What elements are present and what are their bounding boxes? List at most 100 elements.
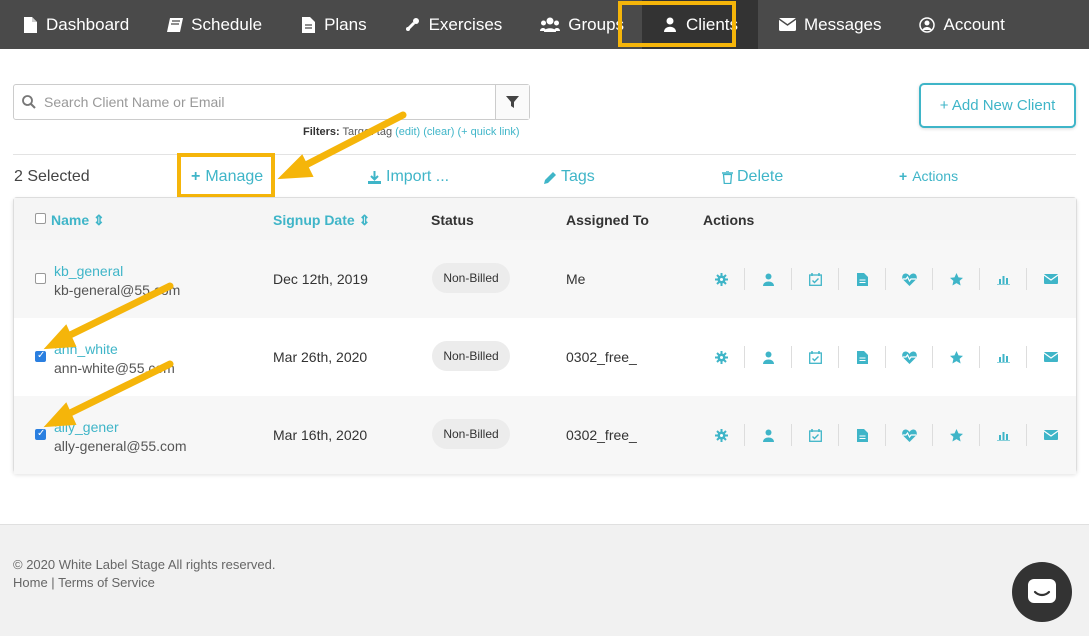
sort-icon: ⇕: [358, 212, 371, 228]
filters-clear-link[interactable]: (clear): [423, 126, 454, 138]
nav-account-label: Account: [943, 14, 1005, 34]
row-action-star-button[interactable]: [933, 268, 980, 290]
bar-chart-icon: [996, 352, 1010, 363]
row-action-heartbeat-button[interactable]: [886, 346, 933, 368]
pencil-icon: [544, 171, 556, 184]
row-action-user-button[interactable]: [745, 346, 792, 368]
row-action-bar-chart-button[interactable]: [980, 346, 1027, 368]
file-icon: [856, 272, 868, 286]
name-header-label: Name: [51, 212, 90, 228]
nav-schedule-label: Schedule: [191, 14, 263, 34]
row-action-calendar-check-button[interactable]: [792, 424, 839, 446]
row-action-star-button[interactable]: [933, 346, 980, 368]
nav-groups[interactable]: Groups: [540, 0, 624, 49]
footer: © 2020 White Label Stage All rights rese…: [0, 524, 1089, 636]
delete-button[interactable]: Delete: [722, 168, 783, 186]
nav-account[interactable]: Account: [919, 0, 1005, 49]
nav-messages[interactable]: Messages: [778, 0, 881, 49]
calendar-check-icon: [808, 272, 822, 286]
status-badge: Non-Billed: [432, 419, 510, 449]
search-input[interactable]: [44, 85, 495, 119]
row-action-heartbeat-button[interactable]: [886, 424, 933, 446]
row-action-gear-button[interactable]: [698, 268, 745, 290]
delete-label: Delete: [737, 168, 784, 185]
row-action-envelope-button[interactable]: [1027, 424, 1074, 446]
terms-link[interactable]: Terms of Service: [58, 575, 155, 590]
nav-plans[interactable]: Plans: [300, 0, 367, 49]
gear-icon: [714, 350, 728, 364]
row-action-calendar-check-button[interactable]: [792, 346, 839, 368]
filters-edit-link[interactable]: (edit): [395, 126, 420, 138]
signup-date: Mar 16th, 2020: [273, 427, 368, 443]
nav-exercises-label: Exercises: [428, 14, 503, 34]
row-action-file-button[interactable]: [839, 424, 886, 446]
client-username[interactable]: ann_white: [54, 341, 118, 357]
nav-exercises[interactable]: Exercises: [405, 0, 503, 49]
download-icon: [368, 170, 381, 184]
trash-icon: [722, 170, 733, 184]
quick-link[interactable]: (+ quick link): [458, 126, 520, 138]
row-checkbox[interactable]: [35, 273, 46, 284]
client-username[interactable]: ally_gener: [54, 419, 119, 435]
import-button[interactable]: Import ...: [368, 168, 449, 186]
filters-line: Filters: Target-tag (edit) (clear) (+ qu…: [303, 126, 520, 138]
heartbeat-icon: [901, 272, 917, 286]
users-icon: [540, 17, 561, 33]
row-action-file-button[interactable]: [839, 346, 886, 368]
add-new-client-button[interactable]: + Add New Client: [919, 83, 1076, 128]
file-icon: [856, 428, 868, 442]
tags-button[interactable]: Tags: [544, 168, 595, 186]
row-action-gear-button[interactable]: [698, 424, 745, 446]
row-action-heartbeat-button[interactable]: [886, 268, 933, 290]
heartbeat-icon: [901, 428, 917, 442]
filters-tag: Target-tag: [339, 126, 396, 138]
envelope-icon: [1043, 274, 1058, 284]
select-all-checkbox[interactable]: [35, 213, 46, 224]
nav-clients[interactable]: Clients: [642, 0, 758, 49]
nav-clients-label: Clients: [686, 14, 738, 34]
row-action-calendar-check-button[interactable]: [792, 268, 839, 290]
row-actions: [698, 268, 1074, 290]
actions-button[interactable]: + Actions: [899, 168, 958, 184]
row-action-bar-chart-button[interactable]: [980, 268, 1027, 290]
heartbeat-icon: [901, 350, 917, 364]
name-column-header[interactable]: Name ⇕: [51, 212, 105, 229]
footer-separator: |: [47, 575, 59, 590]
client-username[interactable]: kb_general: [54, 263, 123, 279]
filter-button[interactable]: [495, 85, 529, 119]
document-icon: [22, 16, 38, 33]
manage-button[interactable]: + Manage: [191, 168, 263, 186]
nav-schedule[interactable]: Schedule: [167, 0, 262, 49]
actions-label: Actions: [912, 168, 959, 184]
chat-icon: [1028, 579, 1056, 603]
signup-column-header[interactable]: Signup Date ⇕: [273, 212, 370, 229]
row-action-envelope-button[interactable]: [1027, 346, 1074, 368]
filter-icon: [506, 95, 519, 108]
row-action-gear-button[interactable]: [698, 346, 745, 368]
row-action-user-button[interactable]: [745, 424, 792, 446]
envelope-icon: [778, 17, 796, 33]
row-action-star-button[interactable]: [933, 424, 980, 446]
nav-dashboard[interactable]: Dashboard: [22, 0, 129, 49]
home-link[interactable]: Home: [13, 575, 48, 590]
row-checkbox[interactable]: [35, 350, 46, 362]
search-box: [13, 84, 530, 120]
plus-icon: +: [899, 168, 908, 184]
client-email: kb-general@55.com: [54, 282, 181, 298]
row-action-user-button[interactable]: [745, 268, 792, 290]
signup-header-label: Signup Date: [273, 212, 355, 228]
status-badge: Non-Billed: [432, 341, 510, 371]
row-checkbox[interactable]: [35, 428, 46, 440]
row-action-envelope-button[interactable]: [1027, 268, 1074, 290]
row-action-file-button[interactable]: [839, 268, 886, 290]
chat-launcher-button[interactable]: [1012, 562, 1072, 622]
star-icon: [949, 350, 963, 364]
file-icon: [300, 16, 316, 33]
nav-messages-label: Messages: [804, 14, 882, 34]
star-icon: [949, 428, 963, 442]
star-icon: [949, 272, 963, 286]
bulk-toolbar: 2 Selected + Manage Import ... Tags Delet…: [0, 168, 1089, 190]
wrench-icon: [405, 17, 421, 33]
tags-label: Tags: [561, 168, 595, 185]
row-action-bar-chart-button[interactable]: [980, 424, 1027, 446]
